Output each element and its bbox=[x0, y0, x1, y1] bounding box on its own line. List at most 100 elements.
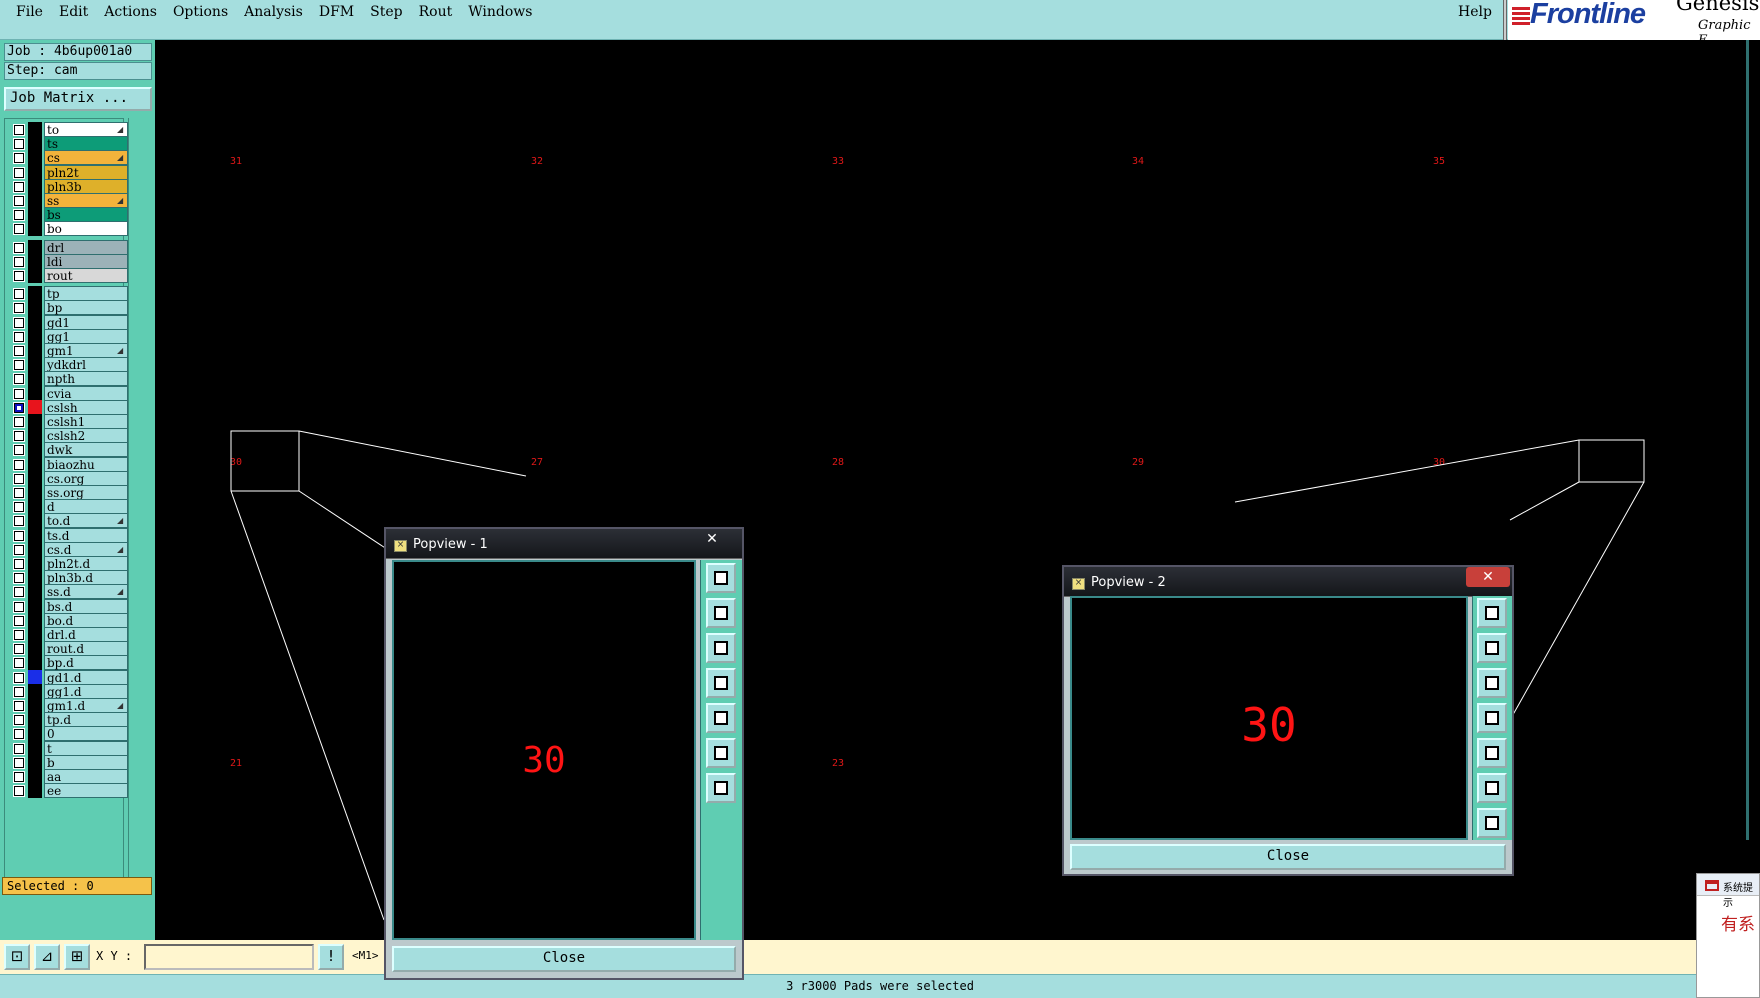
layer-row[interactable]: gm1 ◢ bbox=[7, 343, 128, 358]
layer-row[interactable]: ss.d ◢ bbox=[7, 584, 128, 600]
layer-checkbox[interactable] bbox=[13, 223, 25, 236]
exclamation-icon[interactable]: ! bbox=[318, 944, 344, 970]
layer-checkbox[interactable] bbox=[13, 124, 25, 136]
system-notification[interactable]: 系统提示 有系 bbox=[1696, 873, 1760, 998]
layer-checkbox[interactable] bbox=[13, 529, 25, 542]
close-icon[interactable]: ✕ bbox=[1466, 567, 1510, 587]
layer-row[interactable]: gd1.d bbox=[7, 669, 128, 685]
layer-checkbox[interactable] bbox=[13, 166, 25, 179]
close-icon[interactable]: ✕ bbox=[690, 529, 734, 549]
layer-name[interactable]: d bbox=[44, 499, 128, 515]
layer-checkbox[interactable] bbox=[13, 302, 25, 315]
layer-name[interactable]: ts bbox=[44, 136, 128, 152]
layer-row[interactable]: biaozhu bbox=[7, 456, 128, 472]
pan-down-icon[interactable] bbox=[706, 633, 736, 663]
pan-down-icon[interactable] bbox=[1477, 668, 1507, 698]
menu-dfm[interactable]: DFM bbox=[319, 4, 354, 20]
menu-windows[interactable]: Windows bbox=[468, 4, 532, 20]
layer-row[interactable]: cs.org bbox=[7, 470, 128, 486]
layer-row[interactable]: cslsh1 bbox=[7, 414, 128, 429]
layer-checkbox[interactable] bbox=[13, 316, 25, 329]
layer-name[interactable]: rout.d bbox=[44, 641, 128, 657]
layer-name[interactable]: npth bbox=[44, 371, 128, 387]
layer-color-swatch[interactable] bbox=[28, 385, 42, 401]
layer-color-swatch[interactable] bbox=[28, 754, 42, 770]
layer-name[interactable]: drl.d bbox=[44, 627, 128, 642]
layer-color-swatch[interactable] bbox=[28, 485, 42, 500]
layer-row[interactable]: d bbox=[7, 499, 128, 515]
layer-checkbox[interactable] bbox=[13, 387, 25, 400]
popview-close-button[interactable]: Close bbox=[392, 946, 736, 972]
layer-name[interactable]: biaozhu bbox=[44, 456, 128, 472]
layer-color-swatch[interactable] bbox=[28, 428, 42, 444]
menu-rout[interactable]: Rout bbox=[419, 4, 453, 20]
layer-checkbox[interactable] bbox=[13, 270, 25, 282]
layer-row[interactable]: pln2t bbox=[7, 164, 128, 180]
layer-name[interactable]: pln2t bbox=[44, 164, 128, 180]
layer-color-swatch[interactable] bbox=[28, 627, 42, 642]
layer-color-swatch[interactable] bbox=[28, 343, 42, 358]
layer-color-swatch[interactable] bbox=[28, 612, 42, 628]
layer-checkbox[interactable] bbox=[13, 444, 25, 457]
layer-row[interactable]: dwk bbox=[7, 442, 128, 458]
layer-name[interactable]: cs.org bbox=[44, 470, 128, 486]
layer-row[interactable]: t bbox=[7, 740, 128, 756]
layer-color-swatch[interactable] bbox=[28, 193, 42, 208]
pan-right-icon[interactable] bbox=[1477, 738, 1507, 768]
layer-row[interactable]: to.d ◢ bbox=[7, 513, 128, 529]
layer-name[interactable]: gg1 bbox=[44, 328, 128, 344]
layer-color-swatch[interactable] bbox=[28, 570, 42, 586]
layer-color-swatch[interactable] bbox=[28, 769, 42, 784]
layer-checkbox[interactable] bbox=[13, 685, 25, 698]
layer-checkbox[interactable] bbox=[13, 430, 25, 443]
layer-checkbox[interactable] bbox=[13, 572, 25, 585]
measure-tool-icon[interactable]: ⊿ bbox=[34, 944, 60, 970]
layer-checkbox[interactable] bbox=[13, 255, 25, 268]
layer-color-swatch[interactable] bbox=[28, 414, 42, 429]
layer-name[interactable]: gg1.d bbox=[44, 683, 128, 699]
layer-name[interactable]: cslsh bbox=[44, 399, 128, 415]
layer-checkbox[interactable] bbox=[13, 180, 25, 193]
layer-name[interactable]: pln3b bbox=[44, 178, 128, 194]
layer-checkbox[interactable] bbox=[13, 515, 25, 528]
layer-row[interactable]: bs bbox=[7, 207, 128, 223]
layer-name[interactable]: 0 bbox=[44, 726, 128, 742]
pan-right-icon[interactable] bbox=[706, 703, 736, 733]
layer-checkbox[interactable] bbox=[13, 614, 25, 627]
layer-row[interactable]: ss ◢ bbox=[7, 193, 128, 208]
layer-checkbox[interactable] bbox=[13, 401, 25, 414]
layer-color-swatch[interactable] bbox=[28, 712, 42, 728]
menu-help[interactable]: Help bbox=[1458, 4, 1492, 20]
layer-checkbox[interactable] bbox=[13, 416, 25, 428]
layer-color-swatch[interactable] bbox=[28, 598, 42, 614]
layer-checkbox[interactable] bbox=[13, 345, 25, 357]
layer-name[interactable]: dwk bbox=[44, 442, 128, 458]
layer-color-swatch[interactable] bbox=[28, 221, 42, 237]
layer-name[interactable]: t bbox=[44, 740, 128, 756]
layer-row[interactable]: cslsh bbox=[7, 399, 128, 415]
layer-row[interactable]: aa bbox=[7, 769, 128, 784]
layer-row[interactable]: pln3b.d bbox=[7, 570, 128, 586]
layer-name[interactable]: to bbox=[44, 122, 128, 137]
layer-color-swatch[interactable] bbox=[28, 286, 42, 302]
layer-checkbox[interactable] bbox=[13, 458, 25, 471]
layer-row[interactable]: bp bbox=[7, 300, 128, 316]
layer-color-swatch[interactable] bbox=[28, 253, 42, 269]
layer-row[interactable]: tp.d bbox=[7, 712, 128, 728]
layer-color-swatch[interactable] bbox=[28, 328, 42, 344]
layer-color-swatch[interactable] bbox=[28, 399, 42, 415]
layer-name[interactable]: to.d bbox=[44, 513, 128, 529]
popview-view[interactable]: 30 bbox=[392, 560, 696, 940]
layer-row[interactable]: cs.d ◢ bbox=[7, 541, 128, 557]
layer-checkbox[interactable] bbox=[13, 657, 25, 670]
layer-row[interactable]: ss.org bbox=[7, 485, 128, 500]
layer-row[interactable]: rout bbox=[7, 268, 128, 283]
layer-checkbox[interactable] bbox=[13, 558, 25, 570]
layer-name[interactable]: cslsh1 bbox=[44, 414, 128, 429]
layer-color-swatch[interactable] bbox=[28, 300, 42, 316]
layer-row[interactable]: ts.d bbox=[7, 527, 128, 543]
layer-row[interactable]: bo.d bbox=[7, 612, 128, 628]
layer-name[interactable]: ldi bbox=[44, 253, 128, 269]
layer-checkbox[interactable] bbox=[13, 643, 25, 656]
layer-checkbox[interactable] bbox=[13, 241, 25, 254]
